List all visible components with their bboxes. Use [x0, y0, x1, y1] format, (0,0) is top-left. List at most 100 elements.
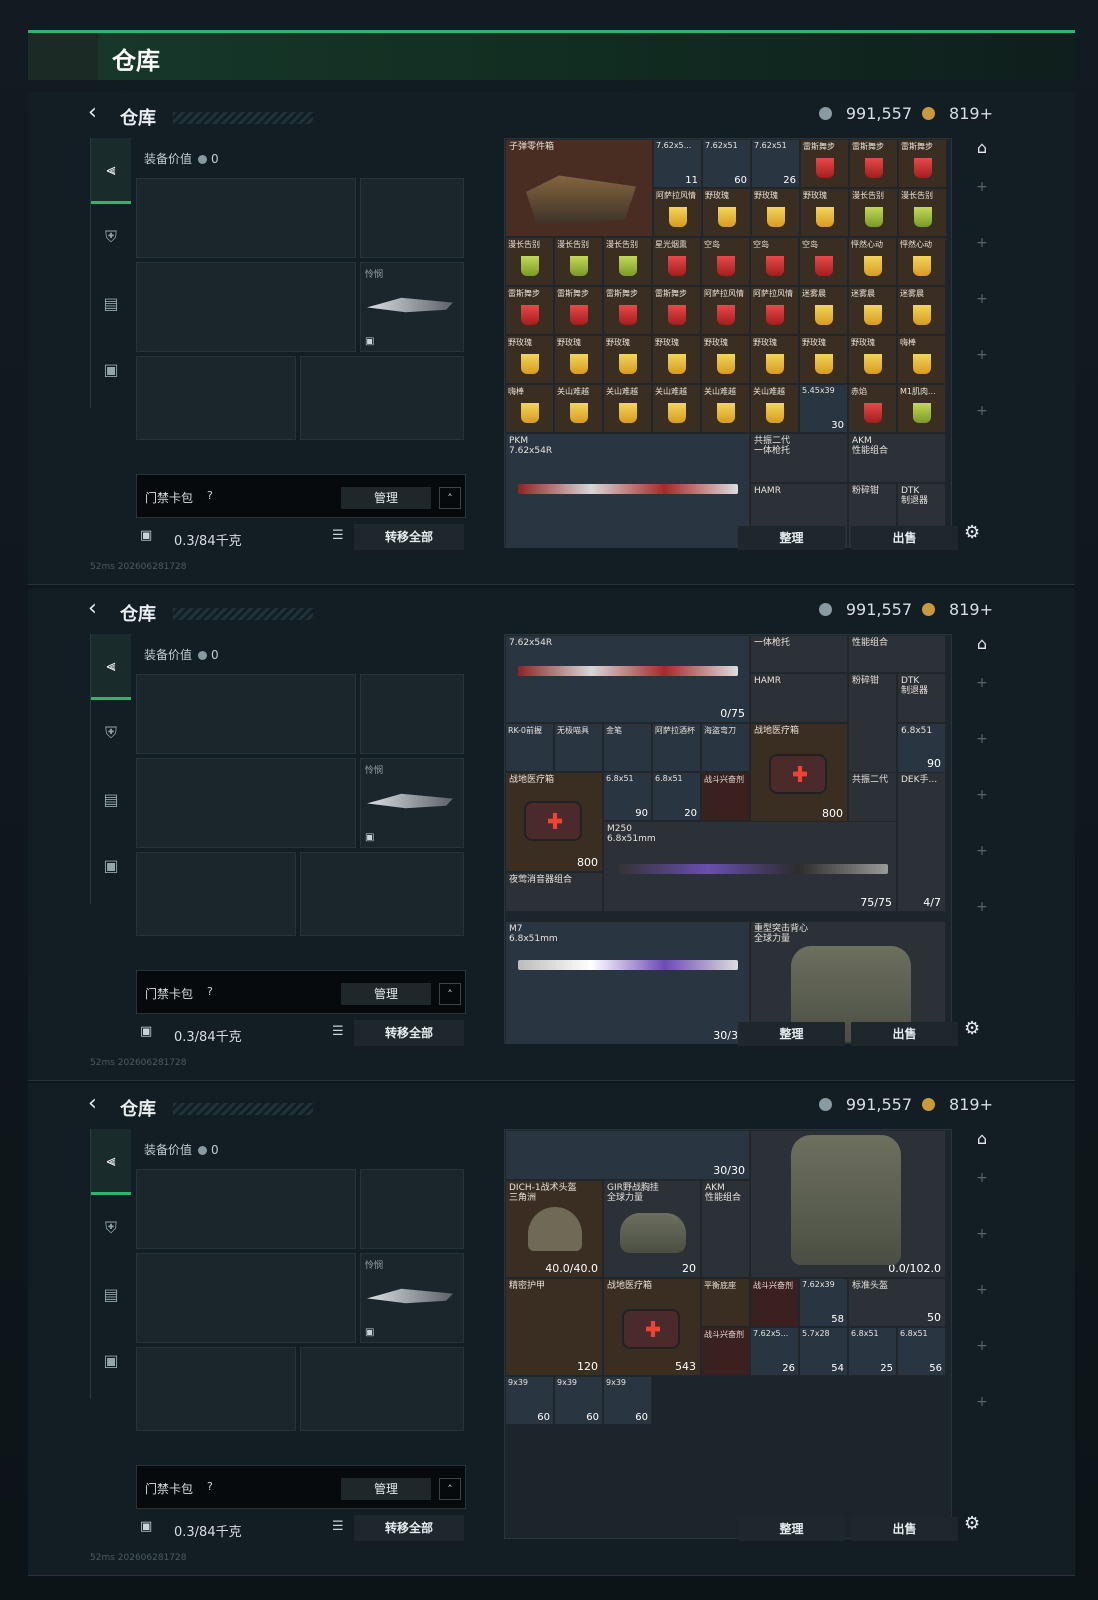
item-cell[interactable]: 漫长告别: [898, 188, 947, 237]
secondary-weapon-slot[interactable]: [136, 758, 356, 848]
item-cell[interactable]: 迷雾晨: [848, 286, 897, 335]
primary-weapon-slot[interactable]: [136, 1169, 356, 1249]
add-stash-icon[interactable]: +: [964, 347, 1000, 363]
item-cell[interactable]: 9x39 60: [554, 1376, 603, 1425]
medkit[interactable]: 战地医疗箱 800: [750, 723, 848, 823]
m250-machinegun[interactable]: M250 6.8x51mm 75/75: [603, 821, 897, 912]
item-cell[interactable]: 野玫瑰: [505, 335, 554, 384]
gold-amount[interactable]: 819+: [949, 600, 993, 619]
item-cell[interactable]: 空岛: [701, 237, 750, 286]
item-cell[interactable]: 漫长告别: [554, 237, 603, 286]
item-cell[interactable]: 雷斯舞步: [898, 139, 947, 188]
item-cell[interactable]: M1肌肉...: [897, 384, 946, 433]
item-cell[interactable]: 5.7x28 54: [799, 1327, 848, 1376]
item-cell[interactable]: 野玫瑰: [750, 335, 799, 384]
item-cell[interactable]: 漫长告别: [505, 237, 554, 286]
sidebar-tab-case-icon[interactable]: ▣: [91, 832, 131, 898]
helmet-slot[interactable]: [136, 356, 296, 440]
item-cell[interactable]: 6.8x51 20: [652, 772, 701, 821]
dek-magazine[interactable]: DEK手... 4/7: [897, 772, 946, 912]
item-cell[interactable]: 无极喵具: [554, 723, 603, 772]
sell-button[interactable]: 出售: [851, 1517, 958, 1541]
item-cell[interactable]: 迷雾晨: [897, 286, 946, 335]
sell-button[interactable]: 出售: [851, 526, 958, 550]
item-cell[interactable]: 关山难越: [701, 384, 750, 433]
add-stash-icon[interactable]: +: [964, 1338, 1000, 1354]
sidebar-tab-backpack-icon[interactable]: ▤: [91, 1261, 131, 1327]
list-icon[interactable]: ☰: [332, 1519, 344, 1534]
item-cell[interactable]: 6.8x51 25: [848, 1327, 897, 1376]
add-stash-icon[interactable]: +: [964, 1170, 1000, 1186]
item-cell[interactable]: 5.45x39 30: [799, 384, 848, 433]
help-icon[interactable]: ?: [207, 489, 213, 502]
sidebar-tab-gun-icon[interactable]: ⫷: [91, 1129, 131, 1195]
item-cell[interactable]: 平衡底座: [701, 1278, 750, 1327]
chevron-up-icon[interactable]: ˄: [439, 983, 461, 1005]
item-cell[interactable]: 怦然心动: [897, 237, 946, 286]
primary-weapon-slot[interactable]: [136, 178, 356, 258]
helmet-item[interactable]: 标准头盔 50: [848, 1278, 946, 1327]
gold-amount[interactable]: 819+: [949, 1095, 993, 1114]
item-cell[interactable]: 6.8x51 90: [603, 772, 652, 821]
item-cell[interactable]: 7.62x5... 26: [750, 1327, 799, 1376]
primary-weapon-slot[interactable]: [136, 674, 356, 754]
item-cell[interactable]: 野玫瑰: [652, 335, 701, 384]
item-cell[interactable]: 9x39 60: [603, 1376, 652, 1425]
stash-icon[interactable]: ⌂: [964, 1129, 1000, 1148]
item-cell[interactable]: 雷斯舞步: [554, 286, 603, 335]
sort-button[interactable]: 整理: [738, 1022, 845, 1046]
medkit[interactable]: 战地医疗箱 800: [505, 772, 603, 872]
item-cell[interactable]: 雷斯舞步: [603, 286, 652, 335]
item-cell[interactable]: 金笔: [603, 723, 652, 772]
suppressor-kit[interactable]: 夜莺消音器组合: [505, 872, 603, 912]
item-cell[interactable]: 关山难越: [652, 384, 701, 433]
sidebar-tab-armor-icon[interactable]: ⛨: [91, 1195, 131, 1261]
add-stash-icon[interactable]: +: [964, 899, 1000, 915]
gear-icon[interactable]: ⚙: [964, 1018, 980, 1039]
pkm-rifle[interactable]: 7.62x54R 0/75: [505, 635, 750, 723]
secondary-weapon-slot[interactable]: [136, 1253, 356, 1343]
chevron-up-icon[interactable]: ˄: [439, 487, 461, 509]
item-cell[interactable]: 嗨棒: [897, 335, 946, 384]
sort-button[interactable]: 整理: [738, 1517, 845, 1541]
add-stash-icon[interactable]: +: [964, 1394, 1000, 1410]
melee-slot[interactable]: 怜悯 ▣: [360, 262, 464, 352]
help-icon[interactable]: ?: [207, 985, 213, 998]
dtk-muzzle[interactable]: DTK 制退器: [897, 673, 946, 723]
item-cell[interactable]: 9x39 60: [505, 1376, 554, 1425]
item-cell[interactable]: 雷斯舞步: [652, 286, 701, 335]
item-cell[interactable]: 赤焰: [848, 384, 897, 433]
item-cell[interactable]: 战斗兴奋剂: [701, 1327, 750, 1376]
armor-slot[interactable]: [300, 852, 464, 936]
pistol-slot[interactable]: [360, 1169, 464, 1249]
item-cell[interactable]: 关山难越: [603, 384, 652, 433]
helmet-slot[interactable]: [136, 852, 296, 936]
armor-item[interactable]: 精密护甲 120: [505, 1278, 603, 1376]
back-button[interactable]: ‹: [88, 1091, 97, 1116]
item-cell[interactable]: 7.62x39 58: [799, 1278, 848, 1327]
transfer-all-button[interactable]: 转移全部: [354, 1020, 464, 1046]
pistol-slot[interactable]: [360, 674, 464, 754]
pkm-rifle[interactable]: PKM 7.62x54R: [505, 433, 750, 547]
armor-slot[interactable]: [300, 1347, 464, 1431]
item-cell[interactable]: 星光烟熏: [652, 237, 701, 286]
item-cell[interactable]: 雷斯舞步: [849, 139, 898, 188]
item-cell[interactable]: 阿萨拉风情: [653, 188, 702, 237]
sidebar-tab-armor-icon[interactable]: ⛨: [91, 700, 131, 766]
item-cell[interactable]: 战斗兴奋剂: [701, 772, 750, 821]
secondary-weapon-slot[interactable]: [136, 262, 356, 352]
gear-icon[interactable]: ⚙: [964, 1513, 980, 1534]
ammo-box[interactable]: 6.8x51 90: [897, 723, 946, 773]
add-stash-icon[interactable]: +: [964, 179, 1000, 195]
rifle-item[interactable]: 30/30: [505, 1130, 750, 1180]
add-stash-icon[interactable]: +: [964, 843, 1000, 859]
crusher-tool[interactable]: 粉碎钳: [848, 673, 897, 773]
tactical-helmet[interactable]: DICH-1战术头盔 三角洲 40.0/40.0: [505, 1180, 603, 1278]
item-cell[interactable]: 漫长告别: [849, 188, 898, 237]
item-cell[interactable]: 7.62x51 60: [702, 139, 751, 188]
item-cell[interactable]: 阿萨拉风情: [750, 286, 799, 335]
akm-kit[interactable]: AKM 性能组合: [701, 1180, 750, 1278]
item-cell[interactable]: 野玫瑰: [800, 188, 849, 237]
back-button[interactable]: ‹: [88, 100, 97, 125]
chest-rig[interactable]: GIR野战胸挂 全球力量 20: [603, 1180, 701, 1278]
